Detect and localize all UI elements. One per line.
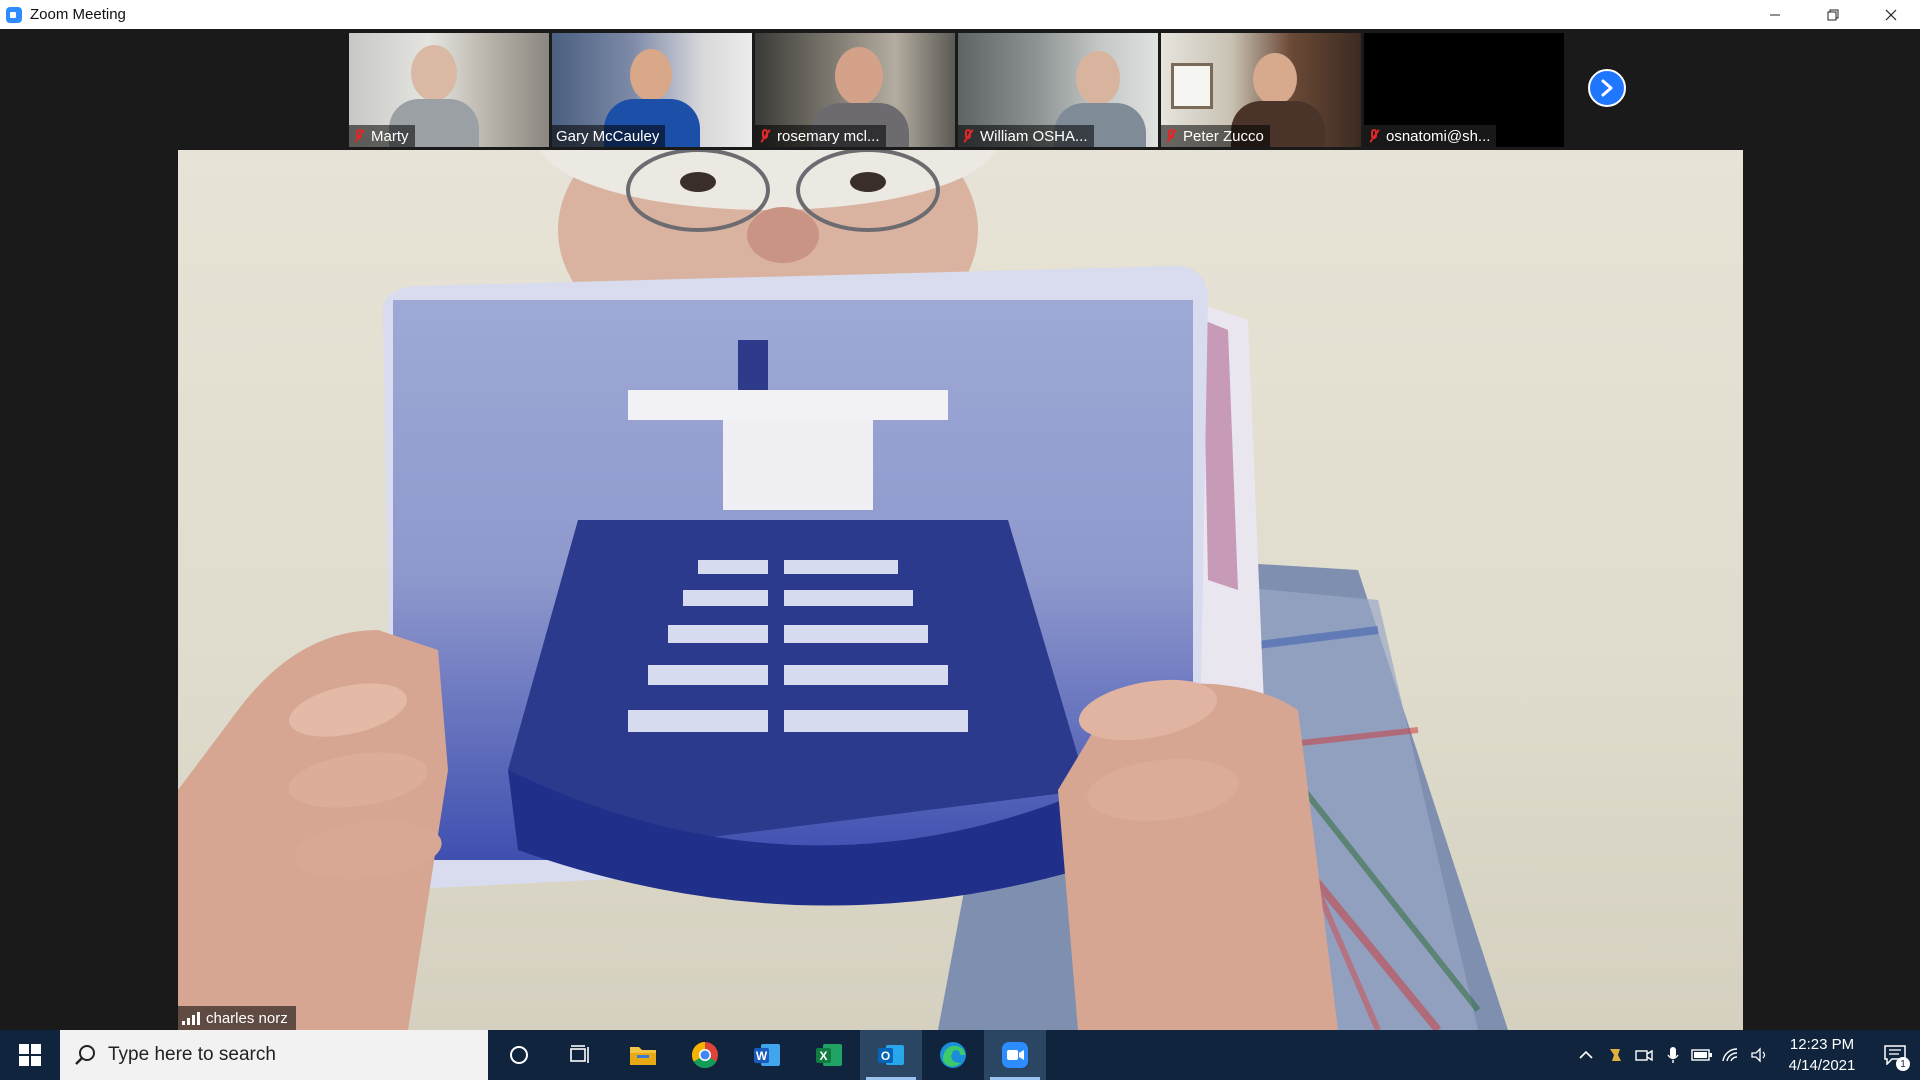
chevron-right-icon bbox=[1601, 79, 1613, 97]
muted-microphone-icon bbox=[1368, 129, 1380, 143]
outlook-icon: O bbox=[878, 1045, 904, 1065]
participant-name-tag: rosemary mcl... bbox=[755, 125, 886, 147]
muted-microphone-icon bbox=[759, 129, 771, 143]
system-tray: 12:23 PM 4/14/2021 1 bbox=[1571, 1030, 1920, 1080]
cortana-icon bbox=[510, 1046, 528, 1064]
start-button[interactable] bbox=[0, 1030, 60, 1080]
participant-name-tag: osnatomi@sh... bbox=[1364, 125, 1497, 147]
show-hidden-icons-button[interactable] bbox=[1571, 1030, 1600, 1080]
active-speaker-video: charles norz bbox=[178, 150, 1743, 1030]
participant-name: Peter Zucco bbox=[1183, 127, 1264, 145]
minimize-button[interactable] bbox=[1746, 0, 1804, 29]
participant-name-tag: William OSHA... bbox=[958, 125, 1094, 147]
muted-microphone-icon bbox=[353, 129, 365, 143]
clock-time: 12:23 PM bbox=[1789, 1036, 1855, 1053]
svg-text:O: O bbox=[881, 1049, 890, 1063]
participant-name: William OSHA... bbox=[980, 127, 1088, 145]
active-speaker-name-tag: charles norz bbox=[178, 1006, 296, 1030]
participant-tile[interactable]: rosemary mcl... bbox=[755, 33, 955, 147]
excel-icon: X bbox=[816, 1044, 842, 1066]
camera-tray-button[interactable] bbox=[1629, 1030, 1658, 1080]
muted-microphone-icon bbox=[1165, 129, 1177, 143]
microphone-tray-button[interactable] bbox=[1658, 1030, 1687, 1080]
participant-tile[interactable]: Gary McCauley bbox=[552, 33, 752, 147]
excel-button[interactable]: X bbox=[798, 1030, 860, 1080]
outlook-button[interactable]: O bbox=[860, 1030, 922, 1080]
participant-name: Gary McCauley bbox=[556, 127, 660, 145]
windows-logo-icon bbox=[19, 1044, 41, 1066]
zoom-icon bbox=[1002, 1042, 1028, 1068]
participant-face bbox=[1253, 53, 1297, 105]
participant-name-tag: Peter Zucco bbox=[1161, 125, 1270, 147]
participant-strip: Marty Gary McCauley rosemary mcl... Will… bbox=[349, 33, 1564, 147]
window-title: Zoom Meeting bbox=[30, 6, 126, 23]
battery-icon bbox=[1690, 1049, 1712, 1061]
chrome-icon bbox=[691, 1041, 718, 1069]
participant-face bbox=[630, 49, 672, 101]
participant-name: rosemary mcl... bbox=[777, 127, 880, 145]
participant-face bbox=[411, 45, 457, 101]
chrome-button[interactable] bbox=[674, 1030, 736, 1080]
participant-tile[interactable]: Peter Zucco bbox=[1161, 33, 1361, 147]
participant-face bbox=[835, 47, 883, 105]
battery-button[interactable] bbox=[1687, 1030, 1716, 1080]
participant-face bbox=[1076, 51, 1120, 105]
connection-signal-icon bbox=[182, 1011, 200, 1025]
close-button[interactable] bbox=[1862, 0, 1920, 29]
camera-icon bbox=[1634, 1049, 1653, 1062]
chevron-up-icon bbox=[1578, 1050, 1593, 1059]
folder-icon bbox=[630, 1047, 656, 1065]
volume-icon bbox=[1750, 1047, 1765, 1063]
speaker-scene bbox=[178, 150, 1508, 1030]
participant-name-tag: Marty bbox=[349, 125, 415, 147]
active-speaker-name: charles norz bbox=[206, 1009, 288, 1027]
restore-icon bbox=[1827, 9, 1839, 20]
muted-microphone-icon bbox=[962, 129, 974, 143]
tray-app-icon bbox=[1609, 1049, 1621, 1061]
taskbar-search-box[interactable]: Type here to search bbox=[60, 1030, 488, 1080]
zoom-taskbar-button[interactable] bbox=[984, 1030, 1046, 1080]
next-participants-button[interactable] bbox=[1588, 69, 1626, 107]
microphone-icon bbox=[1666, 1047, 1679, 1063]
svg-text:X: X bbox=[819, 1049, 827, 1063]
taskbar-clock[interactable]: 12:23 PM 4/14/2021 bbox=[1774, 1034, 1870, 1076]
participant-tile[interactable]: Marty bbox=[349, 33, 549, 147]
search-icon bbox=[75, 1045, 95, 1065]
participant-name: Marty bbox=[371, 127, 409, 145]
close-icon bbox=[1885, 9, 1897, 20]
search-placeholder: Type here to search bbox=[108, 1044, 276, 1065]
word-icon: W bbox=[754, 1044, 780, 1066]
action-center-button[interactable]: 1 bbox=[1870, 1030, 1920, 1080]
participant-tile[interactable]: osnatomi@sh... bbox=[1364, 33, 1564, 147]
wifi-button[interactable] bbox=[1716, 1030, 1745, 1080]
participant-name-tag: Gary McCauley bbox=[552, 125, 666, 147]
participant-name: osnatomi@sh... bbox=[1386, 127, 1491, 145]
word-button[interactable]: W bbox=[736, 1030, 798, 1080]
wifi-icon bbox=[1721, 1048, 1737, 1062]
window-in-background bbox=[1171, 63, 1213, 109]
task-view-button[interactable] bbox=[550, 1030, 612, 1080]
cortana-button[interactable] bbox=[488, 1030, 550, 1080]
window-controls bbox=[1746, 0, 1920, 29]
edge-icon bbox=[940, 1042, 966, 1068]
minimize-icon bbox=[1770, 14, 1780, 15]
windows-taskbar: Type here to search W X O 12:23 PM 4/14/… bbox=[0, 1030, 1920, 1080]
file-explorer-button[interactable] bbox=[612, 1030, 674, 1080]
volume-button[interactable] bbox=[1745, 1030, 1774, 1080]
svg-text:W: W bbox=[756, 1049, 768, 1063]
edge-button[interactable] bbox=[922, 1030, 984, 1080]
task-view-icon bbox=[570, 1045, 589, 1063]
restore-button[interactable] bbox=[1804, 0, 1862, 29]
zoom-app-icon bbox=[6, 6, 22, 23]
title-bar: Zoom Meeting bbox=[0, 0, 1920, 29]
participant-tile[interactable]: William OSHA... bbox=[958, 33, 1158, 147]
clock-date: 4/14/2021 bbox=[1788, 1057, 1856, 1074]
tray-app-button[interactable] bbox=[1600, 1030, 1629, 1080]
notification-count-badge: 1 bbox=[1896, 1057, 1910, 1071]
meeting-area: Marty Gary McCauley rosemary mcl... Will… bbox=[0, 29, 1920, 1030]
